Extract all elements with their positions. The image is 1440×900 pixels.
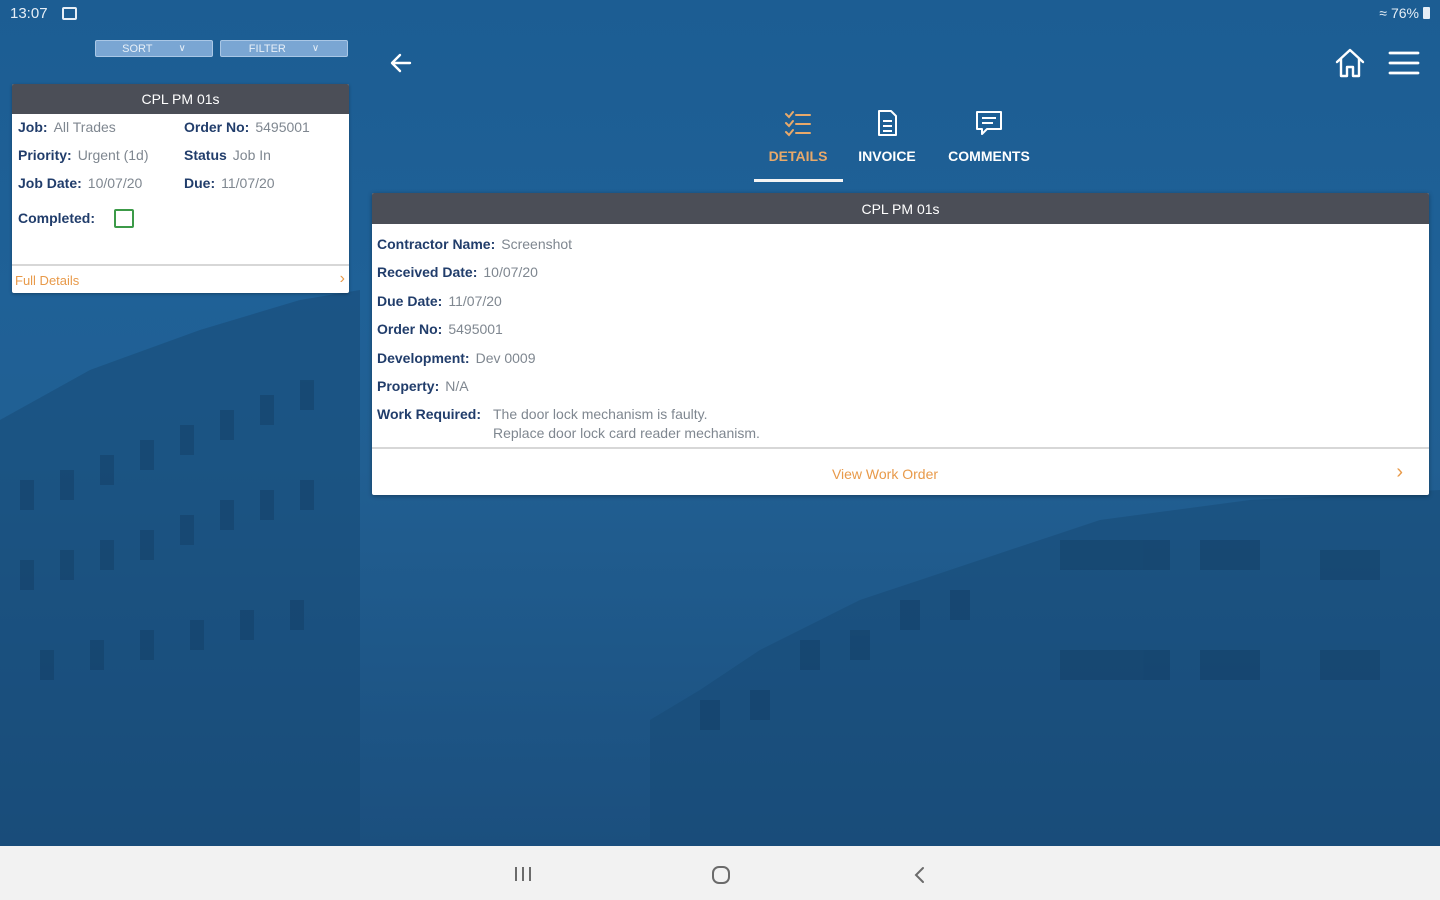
detail-card-title: CPL PM 01s	[372, 193, 1429, 224]
status-time: 13:07	[10, 5, 48, 22]
priority-row: Priority: Urgent (1d)	[18, 147, 149, 163]
development-row: Development: Dev 0009	[377, 350, 536, 366]
property-row: Property: N/A	[377, 378, 469, 394]
status-indicators: ≈ 76%	[1379, 5, 1430, 21]
priority-label: Priority:	[18, 147, 72, 163]
field-label: Contractor Name:	[377, 236, 496, 252]
recent-apps-icon[interactable]	[513, 866, 533, 882]
tab-comments[interactable]: COMMENTS	[943, 108, 1035, 164]
status-row: Status Job In	[184, 147, 271, 163]
home-icon[interactable]	[1333, 46, 1367, 80]
comment-icon	[976, 111, 1002, 135]
field-label: Order No:	[377, 321, 443, 337]
tab-invoice-label: INVOICE	[858, 148, 916, 164]
contractor-name-row: Contractor Name: Screenshot	[377, 236, 572, 252]
due-date-row: Due Date: 11/07/20	[377, 293, 502, 309]
battery-icon	[1423, 7, 1430, 19]
status-value: Job In	[232, 147, 271, 163]
job-detail-card: CPL PM 01s Contractor Name: Screenshot Re…	[372, 193, 1429, 495]
order-row: Order No: 5495001	[184, 119, 310, 135]
image-icon	[62, 7, 77, 20]
system-nav-bar	[0, 846, 1440, 900]
order-label: Order No:	[184, 119, 250, 135]
work-required-row: Work Required:	[377, 406, 487, 422]
field-value: 5495001	[448, 321, 503, 337]
divider	[12, 264, 349, 266]
field-label: Development:	[377, 350, 470, 366]
completed-label: Completed:	[18, 210, 95, 226]
order-value: 5495001	[255, 119, 310, 135]
received-date-row: Received Date: 10/07/20	[377, 264, 538, 280]
filter-label: FILTER	[248, 42, 286, 55]
priority-value: Urgent (1d)	[77, 147, 149, 163]
document-icon	[878, 110, 897, 136]
field-value: N/A	[445, 378, 469, 394]
divider	[372, 447, 1429, 449]
chevron-right-icon[interactable]: ›	[340, 270, 345, 288]
order-no-row: Order No: 5495001	[377, 321, 503, 337]
field-value: Screenshot	[501, 236, 573, 252]
home-nav-icon[interactable]	[711, 865, 731, 885]
work-required-text: The door lock mechanism is faulty. Repla…	[493, 405, 760, 443]
battery-percent: 76%	[1390, 5, 1419, 21]
tab-details-label: DETAILS	[768, 148, 828, 164]
filter-button[interactable]: FILTER ∨	[220, 40, 348, 57]
tab-invoice[interactable]: INVOICE	[853, 108, 921, 164]
job-date-row: Job Date: 10/07/20	[18, 175, 142, 191]
active-tab-indicator	[754, 179, 843, 182]
field-value: 11/07/20	[448, 293, 502, 309]
chevron-down-icon: ∨	[178, 43, 186, 54]
job-list-card[interactable]: CPL PM 01s Job: All Trades Order No: 54950…	[12, 84, 349, 293]
sort-label: SORT	[122, 42, 153, 55]
view-work-order-link[interactable]: View Work Order	[372, 466, 1398, 482]
field-label: Due Date:	[377, 293, 443, 309]
list-card-title: CPL PM 01s	[12, 84, 349, 114]
job-date-value: 10/07/20	[87, 175, 143, 191]
work-required-line: Replace door lock card reader mechanism.	[493, 425, 760, 441]
due-label: Due:	[184, 175, 216, 191]
sort-button[interactable]: SORT ∨	[95, 40, 213, 57]
chevron-right-icon[interactable]: ›	[1396, 461, 1403, 484]
menu-icon[interactable]	[1387, 49, 1421, 77]
due-row: Due: 11/07/20	[184, 175, 275, 191]
completed-checkbox[interactable]	[114, 209, 134, 228]
back-nav-icon[interactable]	[912, 866, 926, 884]
field-value: Dev 0009	[475, 350, 536, 366]
checklist-icon	[785, 111, 811, 137]
field-label: Received Date:	[377, 264, 478, 280]
wifi-icon: ≈	[1379, 5, 1387, 21]
job-label: Job:	[18, 119, 48, 135]
job-row: Job: All Trades	[18, 119, 116, 135]
tab-details[interactable]: DETAILS	[760, 108, 836, 164]
chevron-down-icon: ∨	[311, 43, 320, 54]
status-label: Status	[184, 147, 227, 163]
field-value: 10/07/20	[483, 264, 538, 280]
job-value: All Trades	[53, 119, 116, 135]
tab-comments-label: COMMENTS	[948, 148, 1030, 164]
job-date-label: Job Date:	[18, 175, 82, 191]
completed-row: Completed:	[18, 210, 101, 226]
back-arrow-icon[interactable]	[388, 50, 414, 76]
work-required-line: The door lock mechanism is faulty.	[493, 406, 708, 422]
due-value: 11/07/20	[221, 175, 275, 191]
field-label: Property:	[377, 378, 440, 394]
full-details-link[interactable]: Full Details	[15, 273, 79, 288]
work-required-label: Work Required:	[377, 406, 481, 422]
